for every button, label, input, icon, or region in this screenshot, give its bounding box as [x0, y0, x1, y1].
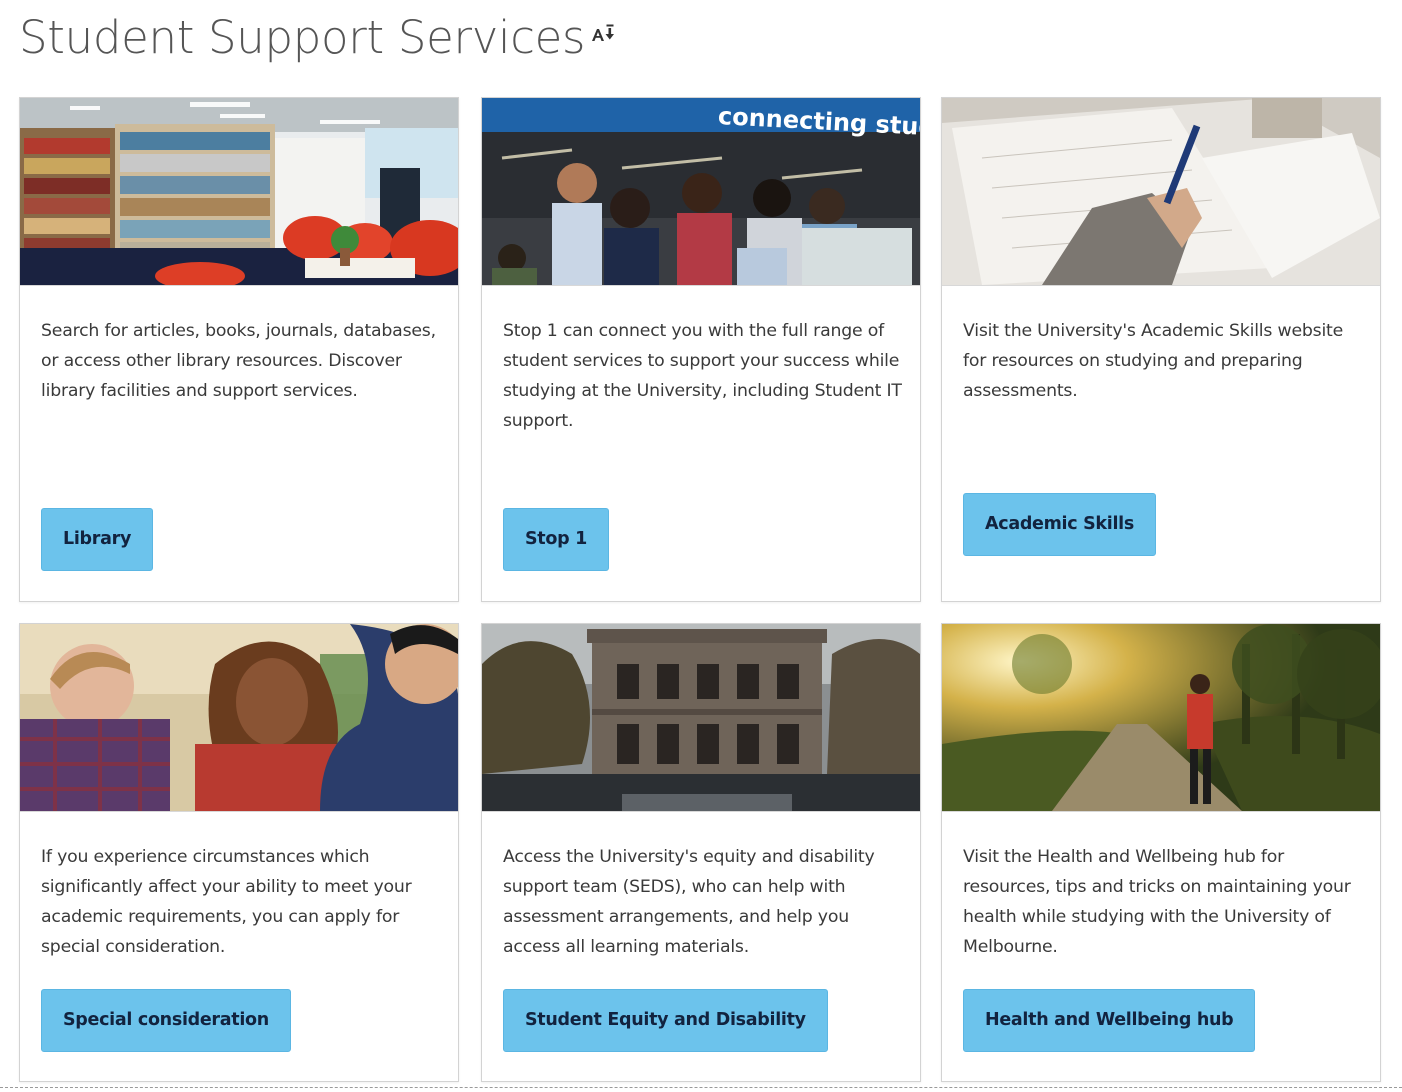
card-description: Stop 1 can connect you with the full ran… [503, 321, 902, 431]
title-row: Student Support Services [19, 8, 621, 68]
accessibility-adjust-icon[interactable] [591, 24, 621, 42]
student-equity-disability-button[interactable]: Student Equity and Disability [503, 989, 828, 1052]
card-special-consideration: If you experience circumstances which si… [19, 623, 459, 1082]
card-image-academic-skills [942, 98, 1380, 286]
card-image-health-wellbeing [942, 624, 1380, 812]
card-image-special-consideration [20, 624, 458, 812]
card-health-wellbeing: Visit the Health and Wellbeing hub for r… [941, 623, 1381, 1082]
page-title: Student Support Services [19, 11, 586, 64]
card-description: If you experience circumstances which si… [41, 847, 412, 957]
card-description: Visit the University's Academic Skills w… [963, 321, 1344, 401]
academic-skills-button[interactable]: Academic Skills [963, 493, 1156, 556]
card-image-student-equity-disability [482, 624, 920, 812]
card-description: Access the University's equity and disab… [503, 847, 875, 957]
card-image-stop-1: connecting student [482, 98, 920, 286]
special-consideration-button[interactable]: Special consideration [41, 989, 291, 1052]
card-image-library [20, 98, 458, 286]
stop-1-button[interactable]: Stop 1 [503, 508, 609, 571]
health-wellbeing-hub-button[interactable]: Health and Wellbeing hub [963, 989, 1256, 1052]
card-academic-skills: Visit the University's Academic Skills w… [941, 97, 1381, 602]
card-library: Search for articles, books, journals, da… [19, 97, 459, 602]
card-stop-1: connecting student Stop 1 can connect yo… [481, 97, 921, 602]
card-description: Search for articles, books, journals, da… [41, 321, 436, 401]
card-student-equity-disability: Access the University's equity and disab… [481, 623, 921, 1082]
library-button[interactable]: Library [41, 508, 154, 571]
bottom-divider [0, 1087, 1402, 1088]
page: Student Support Services Search for arti… [0, 0, 1402, 1092]
card-description: Visit the Health and Wellbeing hub for r… [963, 847, 1351, 957]
